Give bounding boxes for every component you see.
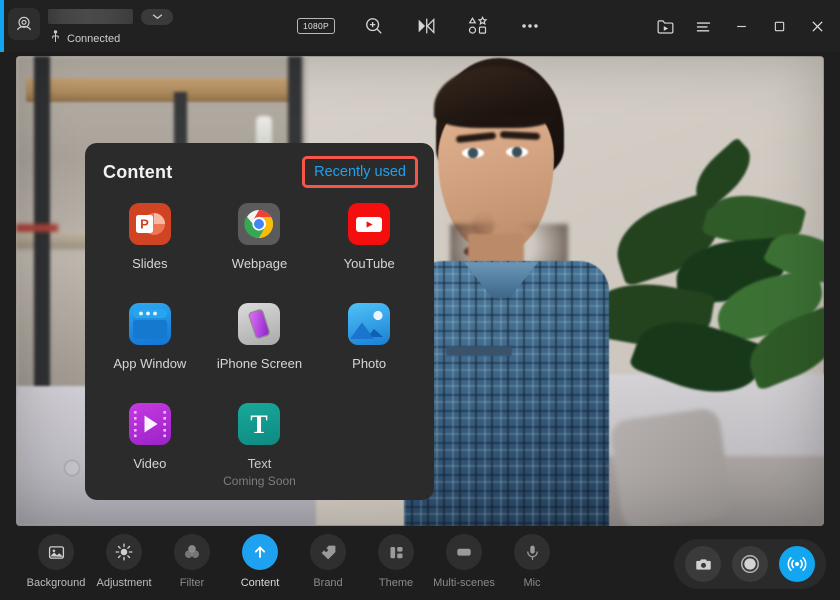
shapes-sticker-icon[interactable]	[465, 13, 491, 39]
content-item-label: iPhone Screen	[216, 356, 303, 371]
more-horizontal-icon[interactable]	[517, 13, 543, 39]
title-bar: Connected 1080P	[0, 0, 840, 52]
content-item-label: Video	[133, 456, 167, 471]
record-icon[interactable]	[731, 546, 768, 582]
maximize-icon[interactable]	[762, 9, 796, 43]
content-item-slides[interactable]: P Slides	[95, 201, 205, 301]
text-icon: T	[238, 403, 281, 445]
content-panel: Content Recently used P Slides Webpage Y…	[85, 143, 434, 500]
tool-content[interactable]: Content	[226, 534, 294, 589]
content-item-label: App Window	[113, 356, 187, 371]
tool-theme[interactable]: Theme	[362, 534, 430, 589]
content-item-label: Slides	[132, 256, 168, 271]
capture-actions	[674, 539, 826, 589]
content-source-grid: P Slides Webpage YouTube App Window iPho…	[85, 201, 434, 501]
mirror-flip-icon[interactable]	[413, 13, 439, 39]
bottom-toolbar: Background Adjustment Filter Content Bra…	[0, 530, 840, 600]
tool-label: Background	[26, 577, 86, 589]
content-item-sublabel: Coming Soon	[223, 474, 296, 488]
app-window-icon	[128, 303, 171, 345]
iphone-screen-icon	[238, 303, 281, 345]
connection-status: Connected	[67, 32, 121, 45]
resolution-badge[interactable]: 1080P	[296, 18, 336, 34]
brightness-icon	[106, 534, 142, 570]
content-item-label: Photo	[352, 356, 387, 371]
left-accent-strip	[0, 0, 4, 52]
tool-mic[interactable]: Mic	[498, 534, 566, 589]
image-icon	[38, 534, 74, 570]
scenes-icon	[446, 534, 482, 570]
hamburger-menu-icon[interactable]	[686, 9, 720, 43]
content-item-app-window[interactable]: App Window	[95, 301, 205, 401]
tool-background[interactable]: Background	[22, 534, 90, 589]
webcam-icon[interactable]	[8, 7, 40, 40]
tool-multi-scenes[interactable]: Multi-scenes	[430, 534, 498, 589]
tool-adjustment[interactable]: Adjustment	[90, 534, 158, 589]
device-section: Connected	[0, 5, 173, 48]
content-item-iphone-screen[interactable]: iPhone Screen	[205, 301, 315, 401]
upload-arrow-icon	[242, 534, 278, 570]
tag-icon	[310, 534, 346, 570]
recently-used-link[interactable]: Recently used	[314, 164, 406, 180]
video-icon	[128, 403, 171, 445]
photo-icon	[348, 303, 391, 345]
filter-circles-icon	[174, 534, 210, 570]
content-panel-header: Content Recently used	[85, 143, 434, 201]
device-info: Connected	[48, 5, 173, 48]
tool-label: Filter	[179, 577, 205, 589]
microphone-icon	[514, 534, 550, 570]
media-library-icon[interactable]	[648, 9, 682, 43]
tool-label: Adjustment	[96, 577, 152, 589]
tool-label: Brand	[313, 577, 343, 589]
content-item-photo[interactable]: Photo	[314, 301, 424, 401]
content-item-label: Text	[247, 456, 272, 471]
camera-snapshot-icon[interactable]	[685, 546, 722, 582]
live-broadcast-icon[interactable]	[778, 546, 815, 582]
zoom-in-icon[interactable]	[361, 13, 387, 39]
minimize-icon[interactable]	[724, 9, 758, 43]
tool-label: Mic	[523, 577, 541, 589]
svg-text:P: P	[140, 217, 149, 232]
powerpoint-icon: P	[128, 203, 171, 245]
svg-text:T: T	[251, 410, 268, 439]
tool-label: Theme	[378, 577, 414, 589]
chrome-icon	[238, 203, 281, 245]
layout-blocks-icon	[378, 534, 414, 570]
tool-label: Content	[240, 577, 280, 589]
window-controls	[648, 0, 834, 52]
tool-label: Multi-scenes	[433, 577, 495, 589]
content-item-label: YouTube	[343, 256, 395, 271]
content-item-label: Webpage	[231, 256, 288, 271]
tool-filter[interactable]: Filter	[158, 534, 226, 589]
content-item-youtube[interactable]: YouTube	[314, 201, 424, 301]
recently-used-highlight: Recently used	[302, 156, 418, 188]
content-item-video[interactable]: Video	[95, 401, 205, 501]
content-item-text[interactable]: T Text Coming Soon	[205, 401, 315, 501]
close-icon[interactable]	[800, 9, 834, 43]
tool-brand[interactable]: Brand	[294, 534, 362, 589]
youtube-icon	[348, 203, 391, 245]
panel-title: Content	[103, 161, 173, 182]
chevron-down-icon[interactable]	[141, 8, 173, 25]
content-item-webpage[interactable]: Webpage	[205, 201, 315, 301]
tool-list: Background Adjustment Filter Content Bra…	[22, 534, 566, 589]
usb-icon	[50, 29, 61, 48]
device-name-field[interactable]	[48, 9, 133, 24]
